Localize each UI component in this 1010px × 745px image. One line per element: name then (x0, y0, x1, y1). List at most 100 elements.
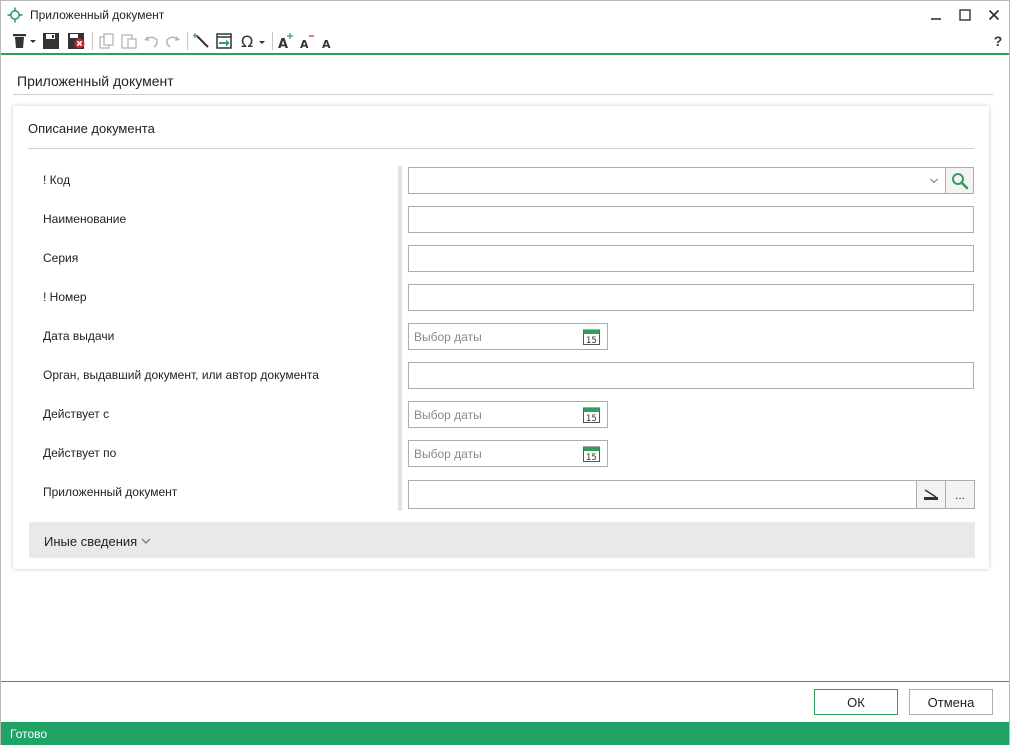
authority-field[interactable] (408, 362, 974, 389)
app-logo-icon (7, 7, 23, 23)
maximize-icon (959, 9, 971, 21)
undo-icon (144, 36, 158, 48)
code-combobox[interactable] (408, 167, 946, 194)
minimize-button[interactable] (925, 5, 947, 25)
export-icon (216, 33, 232, 49)
calendar-day: 15 (586, 453, 597, 462)
maximize-button[interactable] (954, 5, 976, 25)
undo-button[interactable] (140, 30, 162, 52)
delete-button[interactable] (10, 30, 38, 52)
status-bar: Готово (1, 722, 1009, 745)
close-icon (988, 9, 1000, 21)
svg-text:A: A (300, 38, 309, 50)
calendar-icon[interactable]: 15 (583, 445, 600, 462)
valid-to-input[interactable] (409, 441, 607, 466)
help-button[interactable]: ? (987, 30, 1009, 52)
toolbar-separator (92, 32, 93, 50)
export-button[interactable] (213, 30, 235, 52)
scan-button[interactable] (916, 480, 946, 509)
browse-button[interactable]: ... (945, 480, 975, 509)
toolbar: Ω A A A ? (1, 29, 1009, 53)
redo-button[interactable] (162, 30, 184, 52)
other-info-label: Иные сведения (44, 534, 138, 549)
omega-icon: Ω (241, 32, 265, 50)
save-icon (43, 33, 59, 49)
wand-icon (193, 33, 209, 48)
paste-icon (121, 34, 137, 49)
special-char-button[interactable]: Ω (239, 30, 267, 52)
font-decrease-icon: A (300, 35, 314, 50)
card-title-divider (28, 148, 974, 149)
redo-icon (166, 36, 180, 48)
name-input[interactable] (409, 207, 973, 232)
code-label: ! Код (43, 173, 71, 187)
number-field[interactable] (408, 284, 974, 311)
calendar-icon[interactable]: 15 (583, 328, 600, 345)
save-button[interactable] (40, 30, 62, 52)
status-text: Готово (10, 727, 48, 741)
cancel-button[interactable]: Отмена (909, 689, 993, 715)
other-info-section-header[interactable]: Иные сведения (29, 522, 975, 558)
close-button[interactable] (983, 5, 1005, 25)
authority-input[interactable] (409, 363, 973, 388)
valid-to-label: Действует по (43, 446, 117, 460)
valid-from-input[interactable] (409, 402, 607, 427)
title-bar: Приложенный документ (1, 1, 1009, 29)
calendar-day: 15 (586, 336, 597, 345)
ok-button[interactable]: ОК (814, 689, 898, 715)
attachment-field[interactable] (408, 480, 917, 509)
chevron-down-icon (141, 538, 151, 544)
paste-button[interactable] (118, 30, 140, 52)
trash-icon (13, 34, 36, 48)
svg-text:Ω: Ω (241, 32, 253, 50)
calendar-day: 15 (586, 414, 597, 423)
attachment-input[interactable] (409, 481, 916, 508)
svg-text:A: A (322, 38, 331, 50)
window-title: Приложенный документ (30, 8, 165, 22)
chevron-down-icon[interactable] (929, 176, 939, 186)
issue-date-label: Дата выдачи (43, 329, 115, 343)
valid-to-picker[interactable]: 15 (408, 440, 608, 467)
svg-text:A: A (278, 37, 288, 50)
save-close-icon (68, 33, 85, 49)
name-label: Наименование (43, 212, 127, 226)
font-increase-button[interactable]: A (275, 30, 297, 52)
font-reset-button[interactable]: A (316, 30, 338, 52)
card-title: Описание документа (28, 121, 155, 136)
footer-accent-line (1, 681, 1009, 682)
number-input[interactable] (409, 285, 973, 310)
font-reset-icon: A (322, 38, 331, 50)
authority-label: Орган, выдавший документ, или автор доку… (43, 368, 319, 382)
calendar-icon[interactable]: 15 (583, 406, 600, 423)
issue-date-picker[interactable]: 15 (408, 323, 608, 350)
magic-wand-button[interactable] (191, 30, 213, 52)
toolbar-accent-line (1, 53, 1009, 55)
search-icon (951, 172, 968, 189)
form-column-divider (398, 166, 402, 511)
copy-button[interactable] (96, 30, 118, 52)
valid-from-label: Действует с (43, 407, 110, 421)
name-field[interactable] (408, 206, 974, 233)
page-title: Приложенный документ (17, 73, 174, 89)
save-and-close-button[interactable] (65, 30, 87, 52)
toolbar-separator (187, 32, 188, 50)
issue-date-input[interactable] (409, 324, 607, 349)
scanner-icon (924, 488, 938, 500)
valid-from-picker[interactable]: 15 (408, 401, 608, 428)
minimize-icon (931, 18, 941, 20)
series-field[interactable] (408, 245, 974, 272)
document-description-card: Описание документа ! Код Наименование Се… (13, 106, 989, 569)
toolbar-separator (272, 32, 273, 50)
font-increase-icon: A (278, 33, 293, 50)
page-title-divider (13, 94, 993, 95)
dialog-window: Приложенный документ Ω A A A ? Приложенн… (0, 0, 1010, 745)
help-icon: ? (993, 33, 1003, 49)
series-input[interactable] (409, 246, 973, 271)
copy-icon (99, 33, 114, 49)
attachment-label: Приложенный документ (43, 485, 178, 499)
code-search-button[interactable] (945, 167, 974, 194)
code-input[interactable] (409, 168, 945, 193)
series-label: Серия (43, 251, 79, 265)
number-label: ! Номер (43, 290, 87, 304)
font-decrease-button[interactable]: A (296, 30, 318, 52)
